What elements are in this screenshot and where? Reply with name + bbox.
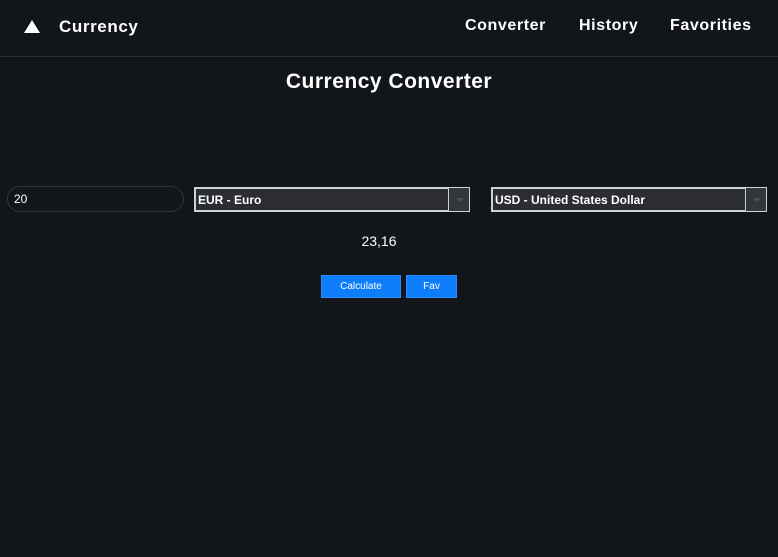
from-currency-select[interactable]: EUR - Euro (194, 187, 470, 212)
calculate-button[interactable]: Calculate (321, 275, 401, 298)
fav-button[interactable]: Fav (406, 275, 457, 298)
triangle-up-icon[interactable] (24, 20, 40, 33)
conversion-result: 23,16 (361, 233, 397, 249)
brand-title[interactable]: Currency (59, 17, 138, 37)
chevron-down-icon[interactable] (450, 188, 469, 211)
from-currency-value: EUR - Euro (195, 188, 449, 211)
navbar: Currency Converter History Favorities (0, 0, 778, 57)
to-currency-select[interactable]: USD - United States Dollar (491, 187, 767, 212)
amount-input[interactable] (7, 186, 184, 212)
to-currency-value: USD - United States Dollar (492, 188, 746, 211)
page-title: Currency Converter (285, 70, 493, 93)
chevron-down-icon[interactable] (747, 188, 766, 211)
nav-link-converter[interactable]: Converter (465, 17, 546, 35)
nav-link-favorities[interactable]: Favorities (670, 17, 752, 35)
nav-link-history[interactable]: History (579, 17, 638, 35)
